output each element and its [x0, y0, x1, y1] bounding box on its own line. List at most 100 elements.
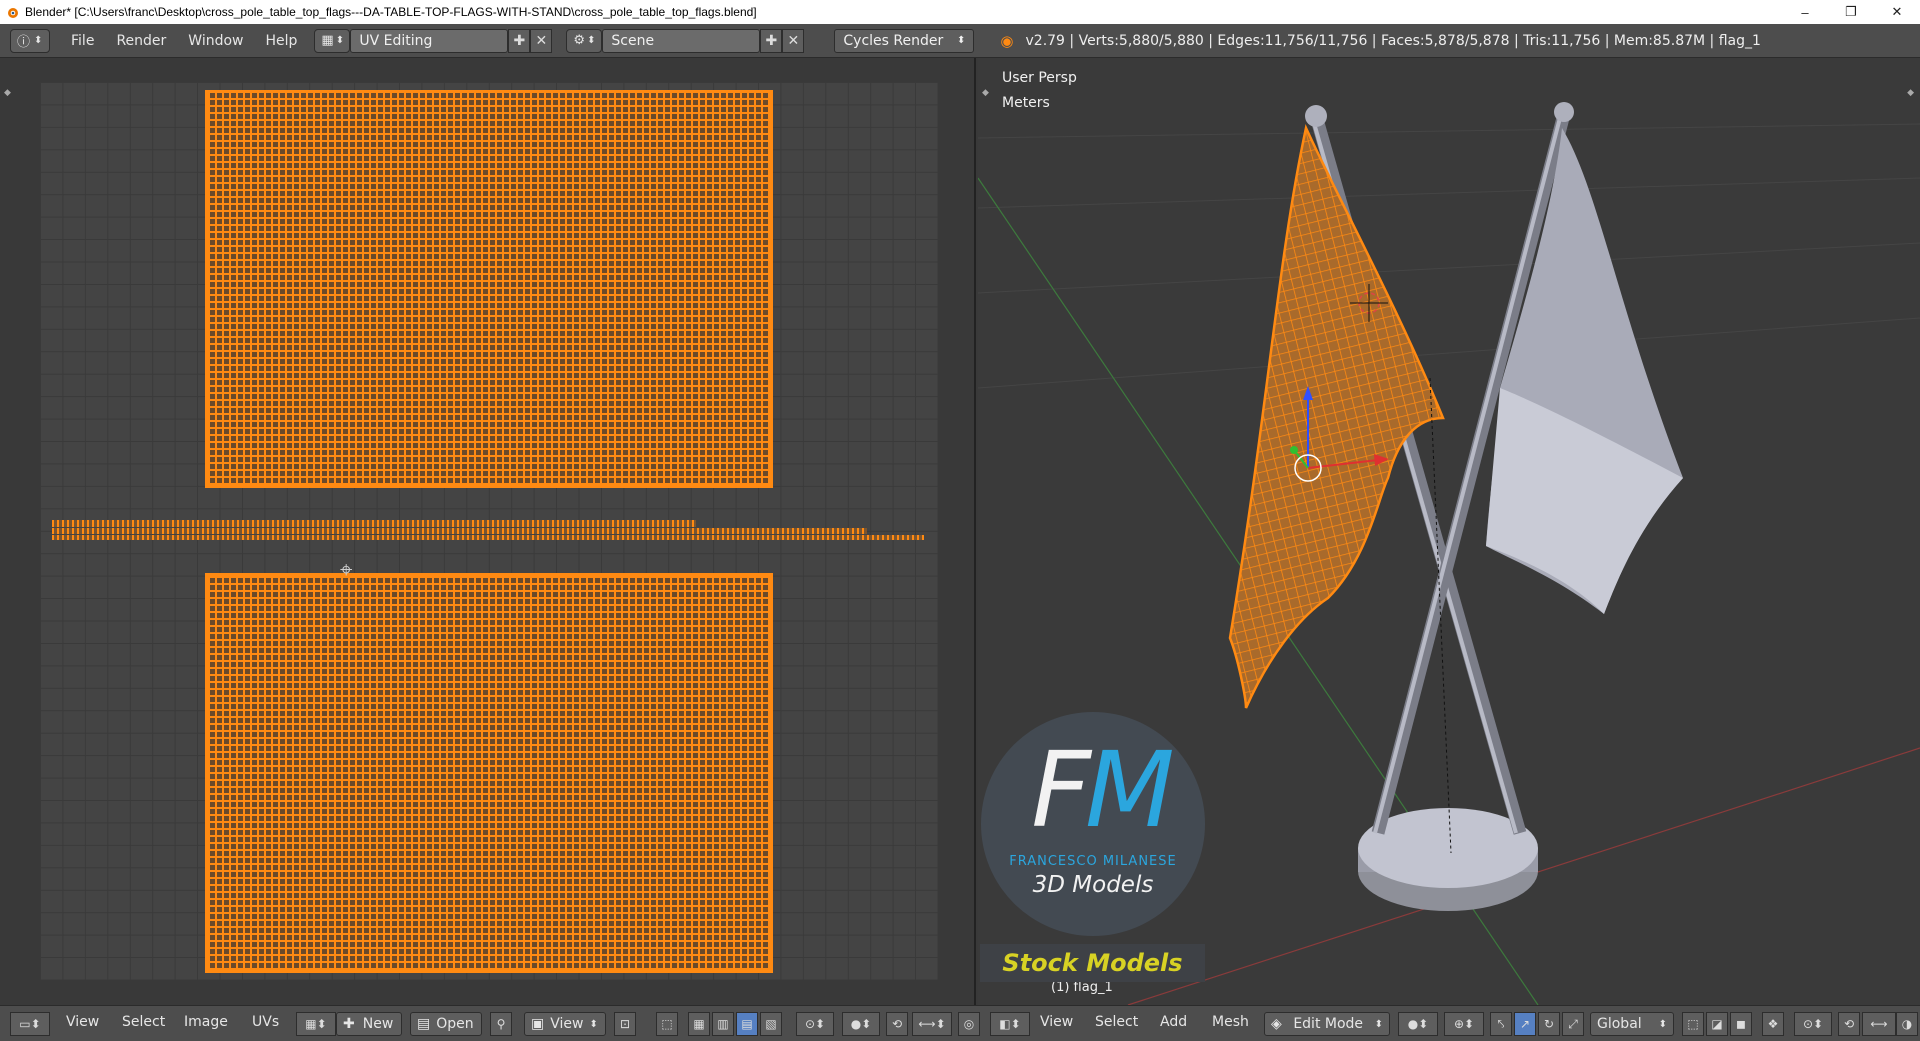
blender-app-icon: [5, 5, 19, 19]
scene-selector-button[interactable]: ⚙ ⬍: [566, 28, 603, 53]
remove-layout-icon[interactable]: ✕: [530, 28, 553, 53]
proportional-edit-icon[interactable]: ⊙⬍: [796, 1012, 834, 1036]
orientation-label: Global: [1597, 1016, 1642, 1032]
view-mode-label: View: [550, 1016, 584, 1032]
scene-icon: ⚙: [573, 33, 586, 48]
left-flag-selected: [1228, 124, 1445, 709]
maximize-button[interactable]: ❐: [1828, 0, 1874, 24]
uv-strip-pole-2[interactable]: [52, 528, 867, 534]
area-split-handle-icon[interactable]: ◆: [4, 88, 11, 98]
3d-menu-view[interactable]: View: [1040, 1014, 1073, 1030]
pin-icon[interactable]: ⚲: [490, 1012, 512, 1036]
window-titlebar: Blender* [C:\Users\franc\Desktop\cross_p…: [0, 0, 1920, 24]
open-image-button[interactable]: ▤ Open: [410, 1012, 482, 1036]
uv-sync-icon[interactable]: ⟲: [886, 1012, 908, 1036]
edge-select-icon[interactable]: ▥: [712, 1012, 734, 1036]
uv-menu-view[interactable]: View: [66, 1014, 99, 1030]
render-slot-icon[interactable]: ◎: [958, 1012, 980, 1036]
3d-view-editor-type-button[interactable]: ◧⬍: [990, 1012, 1030, 1036]
view-mode-select[interactable]: ▣ View ⬍: [524, 1012, 606, 1036]
uv-strip-pole-3[interactable]: [52, 535, 924, 540]
snap-icon[interactable]: ●⬍: [842, 1012, 880, 1036]
editor-type-selector[interactable]: ⓘ ⬍: [10, 28, 50, 53]
updown-icon: ⬍: [587, 35, 596, 46]
area-split-handle-icon[interactable]: ◆: [1907, 88, 1914, 98]
manipulator-toggle-icon[interactable]: ⤣: [1490, 1012, 1512, 1036]
menu-help[interactable]: Help: [254, 33, 308, 49]
3d-menu-mesh[interactable]: Mesh: [1212, 1014, 1249, 1030]
logo-m: M: [1085, 729, 1175, 851]
menu-file[interactable]: File: [60, 33, 105, 49]
right-flag: [1486, 128, 1683, 614]
area-split-handle-icon[interactable]: ◆: [982, 88, 989, 98]
face-select-icon[interactable]: ▤: [736, 1012, 758, 1036]
window-title: Blender* [C:\Users\franc\Desktop\cross_p…: [25, 5, 757, 19]
pivot-icon[interactable]: ⊡: [614, 1012, 636, 1036]
edit-mode-icon: ◈: [1271, 1016, 1282, 1032]
rotate-manipulator-icon[interactable]: ↻: [1538, 1012, 1560, 1036]
scene-stats: v2.79 | Verts:5,880/5,880 | Edges:11,756…: [1025, 32, 1761, 49]
add-scene-icon[interactable]: ✚: [760, 28, 783, 53]
snap-3d-icon[interactable]: ⟲: [1838, 1012, 1860, 1036]
3d-menu-select[interactable]: Select: [1095, 1014, 1138, 1030]
image-browse-button[interactable]: ▦⬍: [296, 1012, 336, 1036]
close-button[interactable]: ✕: [1874, 0, 1920, 24]
layout-name-field[interactable]: UV Editing: [350, 28, 509, 53]
uv-tools-icon[interactable]: ⟷⬍: [912, 1012, 952, 1036]
face-mode-icon[interactable]: ◼: [1730, 1012, 1752, 1036]
vertex-select-icon[interactable]: ▦: [688, 1012, 710, 1036]
uv-cursor-icon: ⌖: [340, 558, 353, 583]
uv-strip-pole-1[interactable]: [52, 520, 696, 527]
updown-icon: ⬍: [34, 35, 43, 46]
render-engine-label: Cycles Render: [843, 32, 944, 49]
new-image-button[interactable]: ✚ New: [336, 1012, 402, 1036]
updown-icon: ⬍: [1374, 1018, 1383, 1030]
uv-editor-type-button[interactable]: ▭⬍: [10, 1012, 50, 1036]
occlude-geometry-icon[interactable]: ❖: [1762, 1012, 1784, 1036]
layout-icon: ▦: [321, 33, 334, 48]
3d-menu-add[interactable]: Add: [1160, 1014, 1187, 1030]
menu-render[interactable]: Render: [105, 33, 177, 49]
transform-orientation-select[interactable]: Global ⬍: [1590, 1012, 1674, 1036]
viewport-shading-icon[interactable]: ●⬍: [1398, 1012, 1438, 1036]
edge-mode-icon[interactable]: ◪: [1706, 1012, 1728, 1036]
watermark-logo-mark: FM: [1000, 738, 1200, 842]
uv-menu-select[interactable]: Select: [122, 1014, 165, 1030]
sticky-select-icon[interactable]: ⬚: [656, 1012, 678, 1036]
proportional-edit-3d-icon[interactable]: ⊙⬍: [1794, 1012, 1832, 1036]
mode-select[interactable]: ◈ Edit Mode ⬍: [1264, 1012, 1390, 1036]
layout-selector-button[interactable]: ▦ ⬍: [314, 28, 351, 53]
active-object-label: (1) flag_1: [1051, 980, 1113, 995]
bottom-header-bar: ▭⬍ View Select Image UVs ▦⬍ ✚ New ▤ Open ⚲…: [0, 1005, 1920, 1041]
translate-manipulator-icon[interactable]: ↗: [1514, 1012, 1536, 1036]
updown-icon: ⬍: [1658, 1018, 1667, 1030]
uv-island-top[interactable]: [205, 90, 773, 488]
image-icon: ▣: [531, 1016, 545, 1032]
minimize-button[interactable]: –: [1782, 0, 1828, 24]
mode-label: Edit Mode: [1293, 1016, 1364, 1032]
render-preview-icon[interactable]: ◑: [1896, 1012, 1918, 1036]
vertex-mode-icon[interactable]: ⬚: [1682, 1012, 1704, 1036]
uv-island-bottom[interactable]: [205, 573, 773, 973]
scale-manipulator-icon[interactable]: ⤢: [1562, 1012, 1584, 1036]
remove-scene-icon[interactable]: ✕: [782, 28, 805, 53]
blender-logo-icon: ◉: [1000, 31, 1014, 50]
island-select-icon[interactable]: ▧: [760, 1012, 782, 1036]
new-image-label: New: [362, 1016, 394, 1032]
uv-menu-image[interactable]: Image: [184, 1014, 228, 1030]
uv-menu-uvs[interactable]: UVs: [252, 1014, 279, 1030]
view-name-label: User Persp: [1002, 70, 1077, 86]
pivot-point-icon[interactable]: ⊕⬍: [1444, 1012, 1484, 1036]
uv-image-editor[interactable]: ◆ ⌖: [0, 58, 976, 1005]
menu-window[interactable]: Window: [177, 33, 254, 49]
add-layout-icon[interactable]: ✚: [508, 28, 531, 53]
info-icon: ⓘ: [17, 35, 31, 50]
plus-icon: ✚: [343, 1016, 355, 1032]
render-engine-select[interactable]: Cycles Render ⬍: [834, 28, 975, 53]
units-label: Meters: [1002, 95, 1050, 111]
folder-icon: ▤: [417, 1016, 431, 1032]
stock-models-banner: Stock Models: [980, 944, 1205, 982]
snap-target-icon[interactable]: ⟷: [1862, 1012, 1896, 1036]
scene-name-field[interactable]: Scene: [602, 28, 761, 53]
open-image-label: Open: [436, 1016, 474, 1032]
